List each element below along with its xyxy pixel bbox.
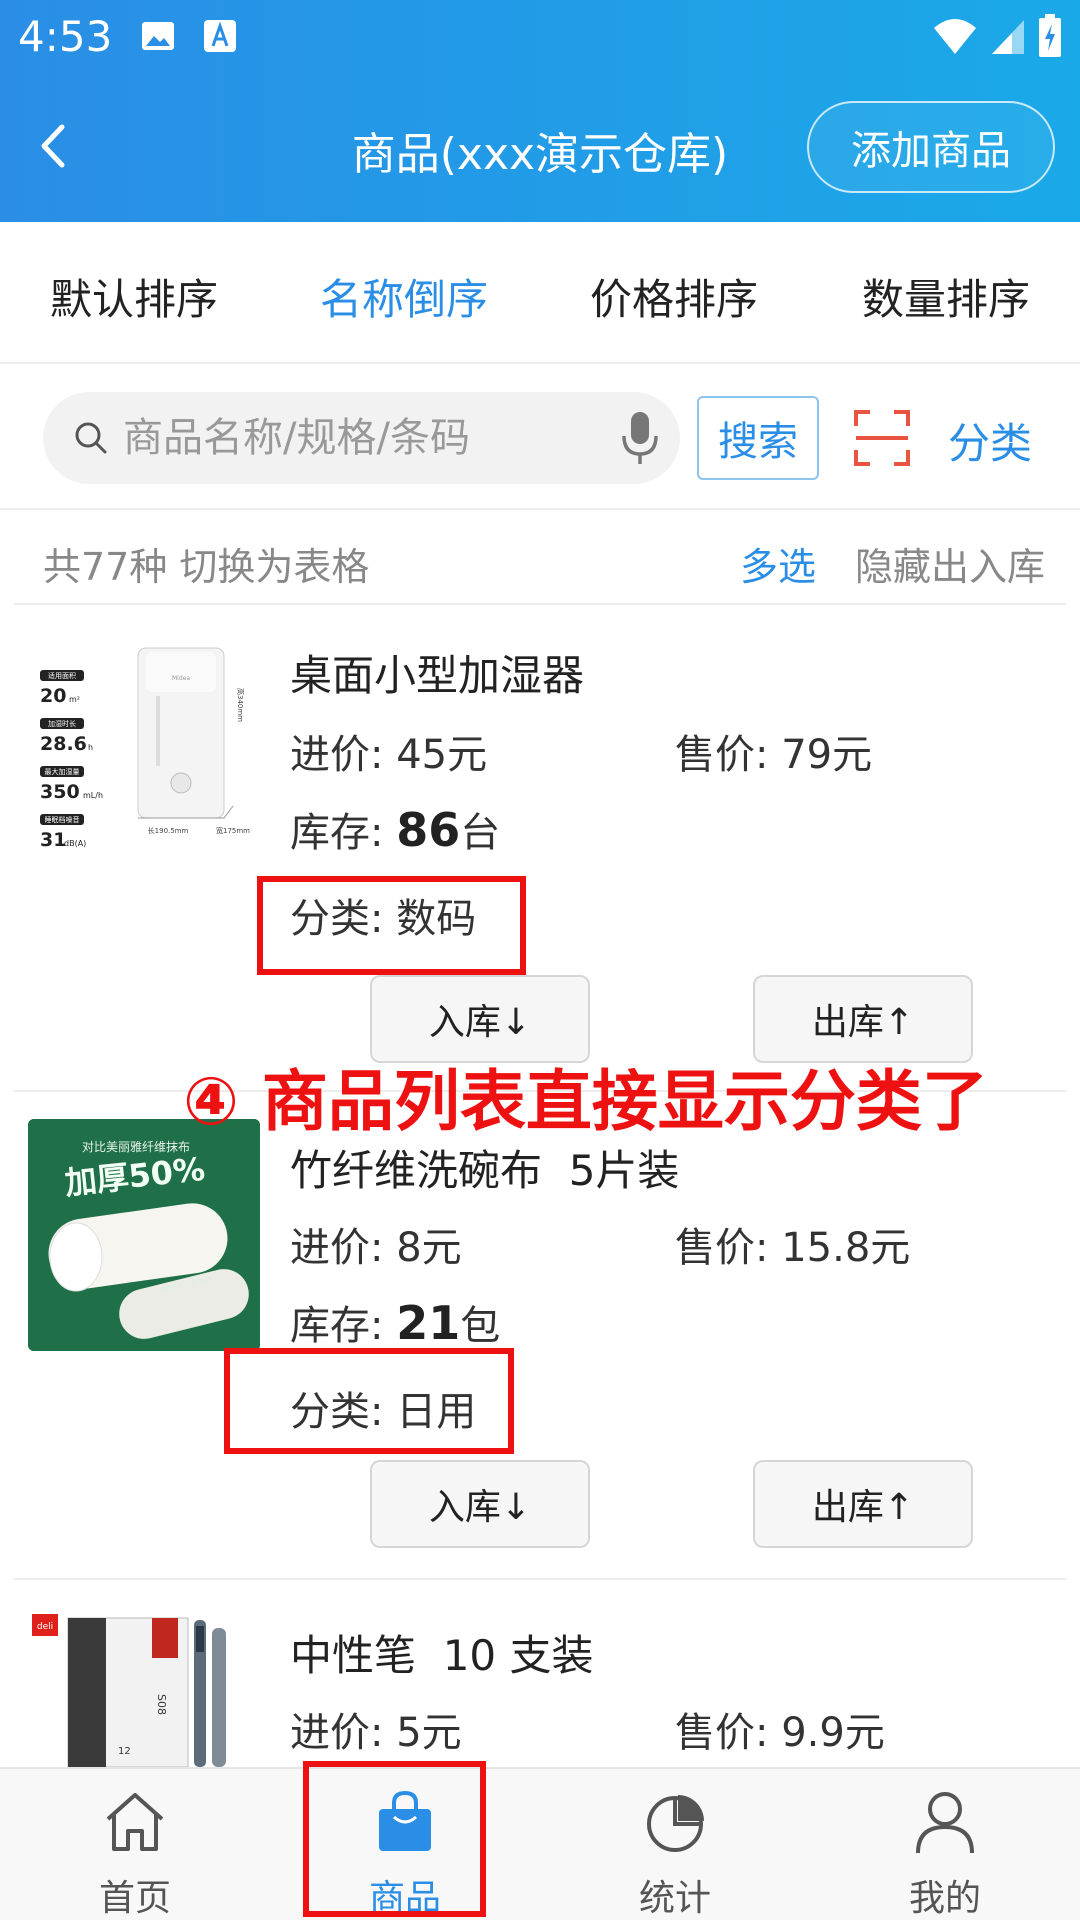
product-card[interactable]: deli S08 12 中性笔 10 支装 进价: 5元 售价: 9.9元 <box>0 1580 1080 1767</box>
humidifier-spec-label: 睡眠档噪音 <box>45 815 80 824</box>
stock-label: 库存: <box>290 810 384 856</box>
dishcloth-image-text: 对比美丽雅纤维抹布 <box>82 1139 190 1154</box>
stock-in-button[interactable]: 入库↓ <box>370 1460 590 1548</box>
stock-unit: 台 <box>460 810 501 856</box>
sell-price: 售价: 79元 <box>675 722 872 780</box>
sort-name-desc-tab[interactable]: 名称倒序 <box>320 266 488 327</box>
buy-price-value: 45元 <box>396 732 488 778</box>
stock: 库存: 86台 <box>290 800 500 858</box>
humidifier-brand-text: Midea <box>172 675 190 682</box>
buy-price-label: 进价: <box>290 1710 384 1756</box>
count-toggle-text[interactable]: 共77种 切换为表格 <box>43 536 369 591</box>
humidifier-dimension-text: 宽175mm <box>216 826 250 835</box>
humidifier-spec-unit: mL/h <box>83 791 103 800</box>
humidifier-spec-value: 20 <box>40 685 66 707</box>
humidifier-spec-unit: h <box>88 743 93 752</box>
stock: 库存: 21包 <box>290 1293 500 1351</box>
multi-select-link[interactable]: 多选 <box>740 536 816 591</box>
sort-quantity-tab[interactable]: 数量排序 <box>862 266 1030 327</box>
nav-profile-label: 我的 <box>908 1878 981 1919</box>
search-icon <box>75 422 107 454</box>
buy-price-label: 进价: <box>290 732 384 778</box>
list-info-row: 共77种 切换为表格 多选 隐藏出入库 <box>0 512 1080 604</box>
stock-out-button[interactable]: 出库↑ <box>753 1460 973 1548</box>
buy-price-label: 进价: <box>290 1225 384 1271</box>
product-name: 桌面小型加湿器 <box>290 651 585 700</box>
buy-price-value: 8元 <box>396 1225 462 1271</box>
highlight-box <box>224 1348 514 1454</box>
category-filter-link[interactable]: 分类 <box>948 410 1032 471</box>
stock-value: 21 <box>396 1296 461 1350</box>
status-bar: 4:53 <box>0 0 1080 75</box>
font-notification-icon <box>204 20 236 52</box>
sell-price-value: 15.8元 <box>781 1225 911 1271</box>
product-image-pen: deli S08 12 <box>28 1614 260 1767</box>
search-row: 搜索 分类 <box>0 366 1080 510</box>
search-button[interactable]: 搜索 <box>697 396 819 480</box>
humidifier-dimension-text: 长190.5mm <box>148 826 189 835</box>
product-card[interactable]: 适用面积 20 m² 加湿时长 28.6 h 最大加湿量 350 mL/h 睡眠… <box>0 604 1080 1091</box>
highlight-box <box>257 876 526 975</box>
search-box[interactable] <box>43 392 680 484</box>
sort-price-tab[interactable]: 价格排序 <box>590 266 758 327</box>
humidifier-spec-label: 最大加湿量 <box>45 767 80 776</box>
sell-price-label: 售价: <box>675 1225 769 1271</box>
pie-chart-icon <box>647 1795 704 1852</box>
image-notification-icon <box>142 22 174 50</box>
humidifier-spec-value: 350 <box>40 781 80 803</box>
humidifier-spec-label: 适用面积 <box>48 671 76 680</box>
sell-price: 售价: 9.9元 <box>675 1700 885 1758</box>
product-image-humidifier: 适用面积 20 m² 加湿时长 28.6 h 最大加湿量 350 mL/h 睡眠… <box>28 628 260 860</box>
product-name: 竹纤维洗碗布 5片装 <box>290 1146 680 1195</box>
search-input[interactable] <box>123 392 593 484</box>
sell-price: 售价: 15.8元 <box>675 1215 910 1273</box>
pen-brand-text: deli <box>37 1622 53 1632</box>
sell-price-value: 79元 <box>781 732 873 778</box>
buy-price: 进价: 45元 <box>290 722 487 780</box>
nav-home-label: 首页 <box>98 1878 171 1919</box>
buy-price-value: 5元 <box>396 1710 462 1756</box>
buy-price: 进价: 8元 <box>290 1215 462 1273</box>
status-time: 4:53 <box>18 12 113 61</box>
stock-unit: 包 <box>460 1303 501 1349</box>
home-icon <box>106 1793 164 1851</box>
stock-label: 库存: <box>290 1303 384 1349</box>
pen-model-text: S08 <box>155 1694 168 1715</box>
stock-value: 86 <box>396 803 461 857</box>
humidifier-spec-value: 31 <box>40 829 66 851</box>
humidifier-spec-unit: m² <box>69 695 80 704</box>
wifi-icon <box>934 19 976 54</box>
sell-price-label: 售价: <box>675 1710 769 1756</box>
hide-io-link[interactable]: 隐藏出入库 <box>855 536 1045 591</box>
bottom-navigation: 首页 商品 统计 我的 <box>0 1767 1080 1920</box>
battery-icon <box>1039 14 1061 57</box>
scan-icon[interactable] <box>852 408 912 468</box>
pen-quantity-text: 12 <box>118 1746 131 1757</box>
signal-icon <box>992 20 1024 54</box>
humidifier-spec-unit: dB(A) <box>64 839 86 848</box>
nav-home[interactable]: 首页 <box>0 1769 270 1920</box>
user-icon <box>916 1792 974 1854</box>
humidifier-spec-value: 28.6 <box>40 733 87 755</box>
product-name: 中性笔 10 支装 <box>290 1631 594 1680</box>
highlight-box <box>303 1761 486 1917</box>
add-product-button[interactable]: 添加商品 <box>807 101 1055 193</box>
nav-statistics-label: 统计 <box>638 1878 711 1919</box>
humidifier-spec-label: 加湿时长 <box>48 719 76 728</box>
humidifier-dimension-text: 高340mm <box>236 688 245 722</box>
sort-default-tab[interactable]: 默认排序 <box>50 266 218 327</box>
sort-bar: 默认排序 名称倒序 价格排序 数量排序 <box>0 222 1080 364</box>
product-card[interactable]: 对比美丽雅纤维抹布 加厚50% 其他纤维抹布 竹纤维洗碗布 5片装 进价: 8元… <box>0 1093 1080 1580</box>
nav-profile[interactable]: 我的 <box>810 1769 1080 1920</box>
microphone-icon[interactable] <box>620 410 660 466</box>
app-header: 4:53 商品(xxx演示仓库) 添加商品 <box>0 0 1080 222</box>
sell-price-label: 售价: <box>675 732 769 778</box>
nav-statistics[interactable]: 统计 <box>540 1769 810 1920</box>
annotation-text: ④ 商品列表直接显示分类了 <box>183 1063 988 1140</box>
sell-price-value: 9.9元 <box>781 1710 885 1756</box>
status-icons <box>932 14 1062 58</box>
product-image-dishcloth: 对比美丽雅纤维抹布 加厚50% 其他纤维抹布 <box>28 1119 260 1351</box>
buy-price: 进价: 5元 <box>290 1700 462 1758</box>
